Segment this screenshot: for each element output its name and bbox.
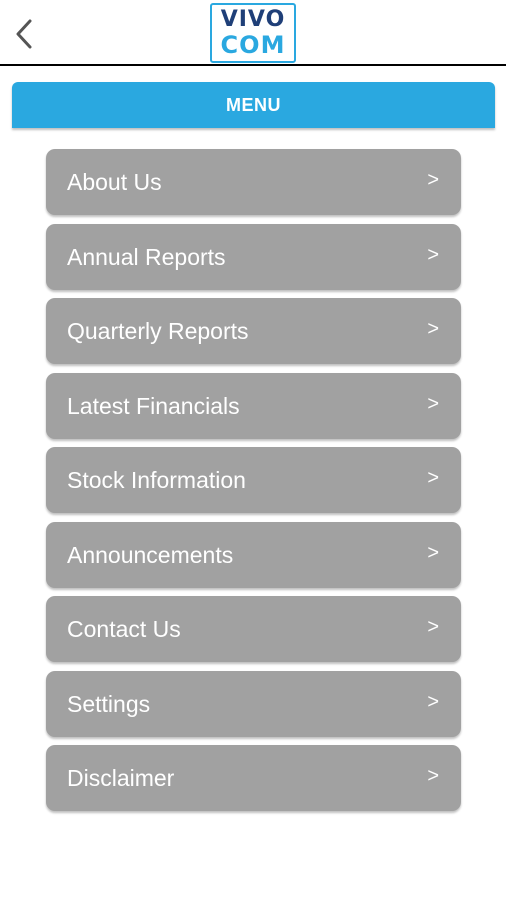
chevron-right-icon: > — [427, 690, 439, 713]
vivocom-logo: VIVO COM — [210, 3, 296, 63]
chevron-right-icon: > — [427, 243, 439, 266]
app-header: VIVO COM — [0, 0, 506, 66]
menu-item-annual-reports[interactable]: Annual Reports > — [46, 223, 461, 290]
chevron-right-icon: > — [427, 765, 439, 787]
menu-item-label: Settings — [67, 690, 151, 717]
menu-item-label: About Us — [67, 169, 162, 195]
chevron-right-icon: > — [427, 467, 439, 489]
chevron-right-icon: > — [427, 169, 439, 191]
logo-text-bottom: COM — [220, 31, 286, 59]
chevron-right-icon: > — [427, 616, 439, 638]
menu-item-settings[interactable]: Settings > — [46, 670, 461, 737]
menu-item-label: Latest Financials — [67, 392, 240, 419]
chevron-right-icon: > — [427, 318, 439, 340]
menu-item-quarterly-reports[interactable]: Quarterly Reports > — [46, 298, 461, 364]
menu-item-disclaimer[interactable]: Disclaimer > — [46, 745, 461, 811]
logo-text-top: VIVO — [220, 7, 286, 32]
menu-item-contact-us[interactable]: Contact Us > — [46, 596, 461, 662]
chevron-left-icon — [16, 19, 32, 49]
menu-list: About Us > Annual Reports > Quarterly Re… — [46, 149, 461, 820]
menu-item-about-us[interactable]: About Us > — [46, 149, 461, 215]
menu-item-stock-information[interactable]: Stock Information > — [46, 447, 461, 513]
back-button[interactable] — [8, 14, 40, 54]
menu-item-latest-financials[interactable]: Latest Financials > — [46, 372, 461, 439]
menu-item-label: Stock Information — [67, 467, 246, 493]
menu-item-label: Announcements — [67, 541, 234, 568]
menu-item-label: Quarterly Reports — [67, 318, 249, 344]
menu-title: MENU — [226, 94, 281, 115]
chevron-right-icon: > — [427, 392, 439, 415]
menu-title-bar: MENU — [12, 82, 495, 128]
menu-item-label: Contact Us — [67, 616, 181, 642]
menu-item-label: Annual Reports — [67, 243, 226, 270]
chevron-right-icon: > — [427, 541, 439, 564]
menu-item-label: Disclaimer — [67, 765, 175, 791]
menu-item-announcements[interactable]: Announcements > — [46, 521, 461, 588]
